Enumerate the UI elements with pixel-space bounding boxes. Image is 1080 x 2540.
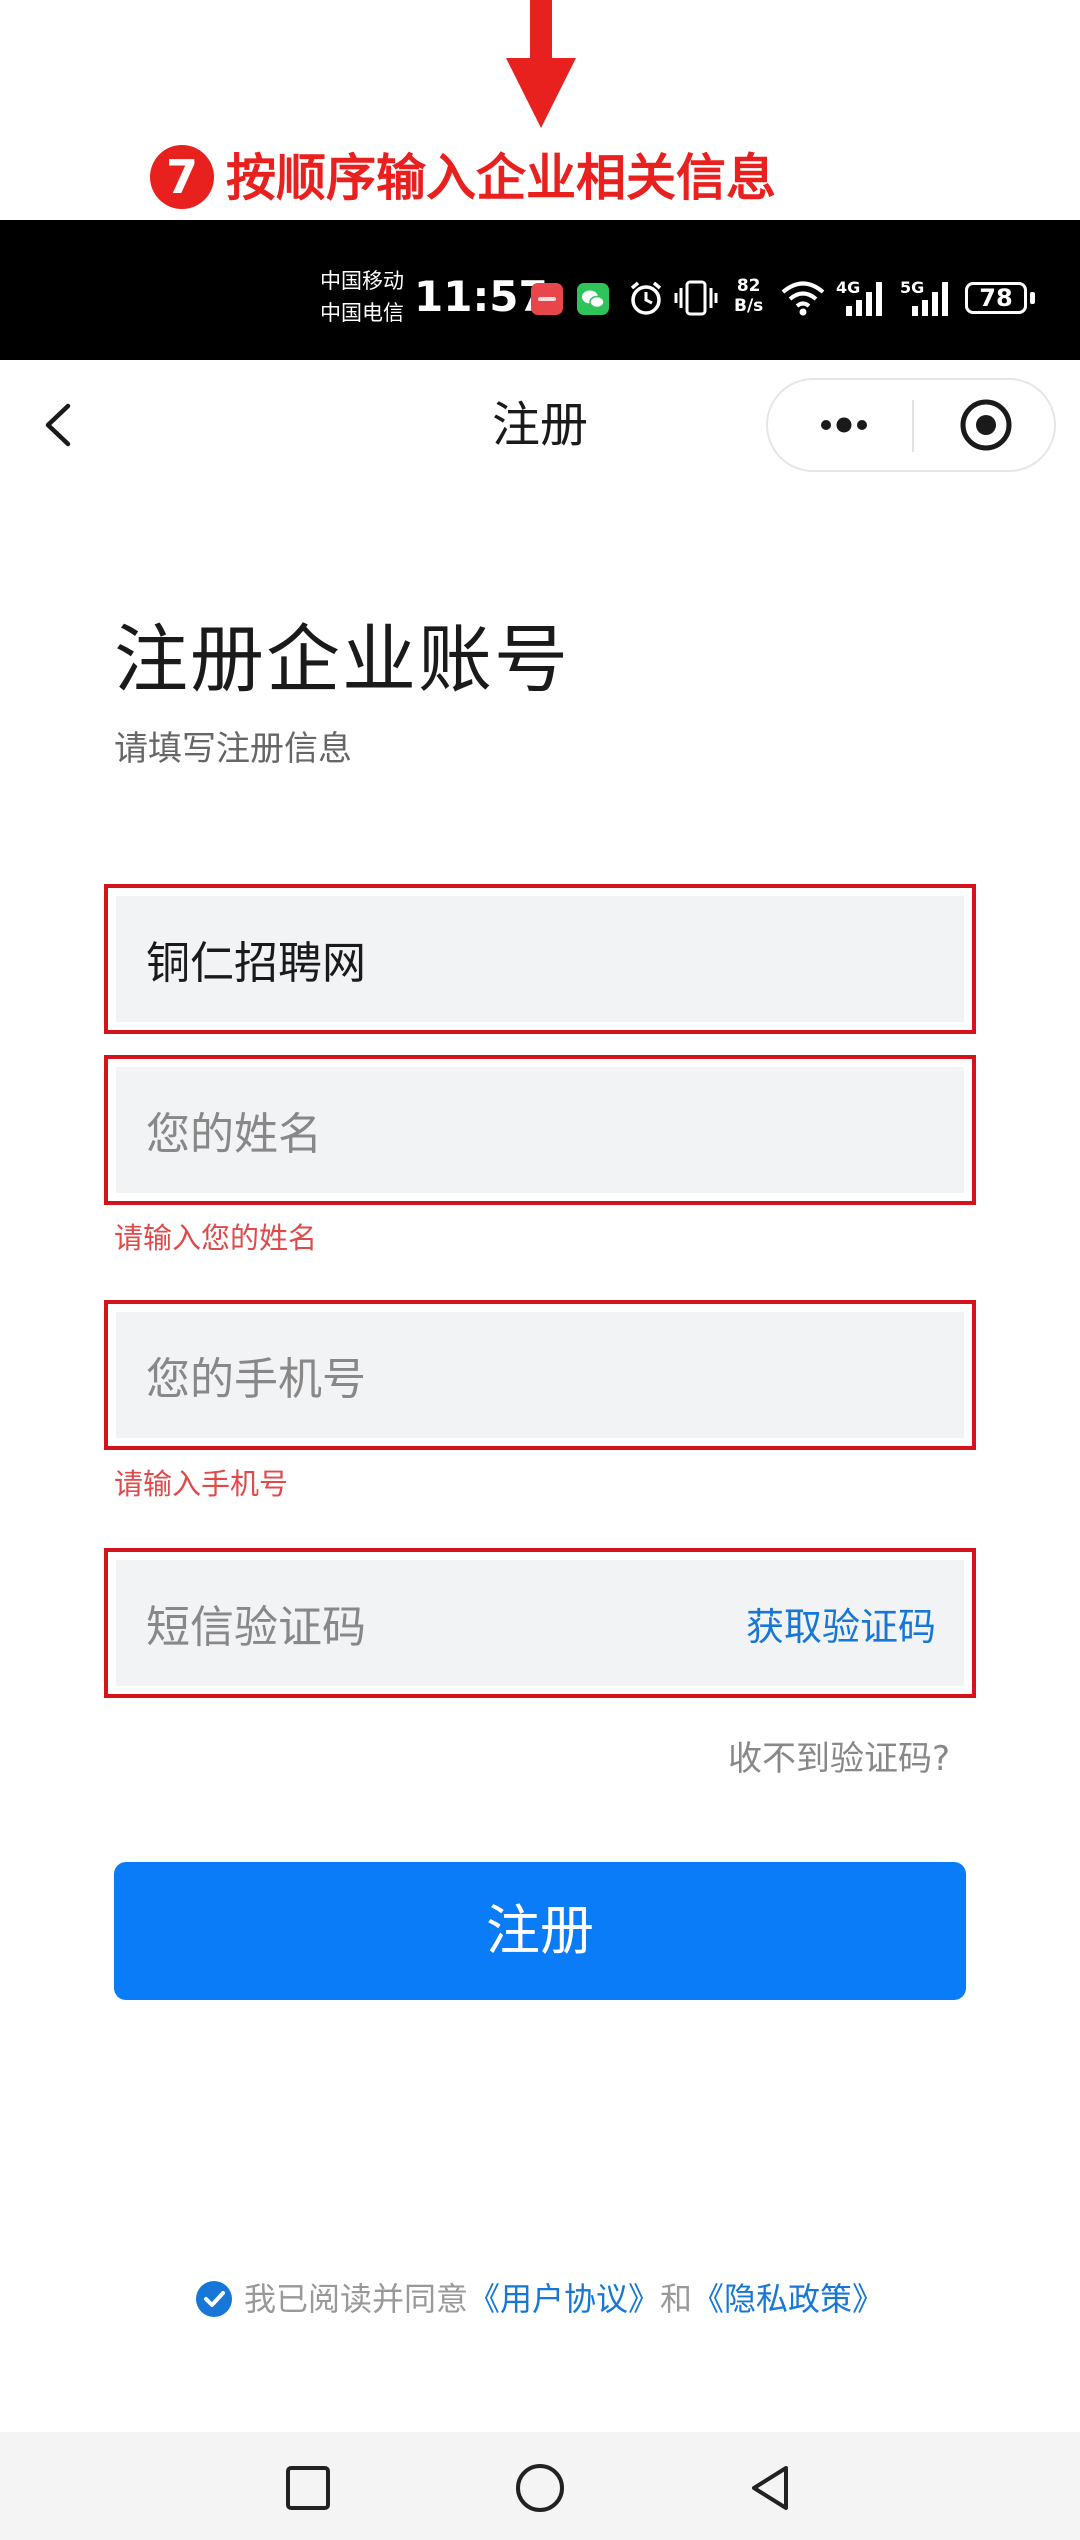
sms-code-field-highlight: 短信验证码 获取验证码: [104, 1548, 976, 1698]
user-agreement-link[interactable]: 《用户协议》: [468, 2280, 660, 2318]
recent-apps-icon: [286, 2466, 330, 2510]
name-input[interactable]: 您的姓名: [116, 1067, 964, 1193]
sms-code-input[interactable]: 短信验证码 获取验证码: [116, 1560, 964, 1686]
name-error-message: 请输入您的姓名: [114, 1221, 318, 1255]
system-back-button[interactable]: [742, 2460, 798, 2516]
carrier-name: 中国电信: [320, 301, 404, 325]
miniprogram-capsule: [766, 378, 1056, 472]
phone-field-highlight: 您的手机号: [104, 1300, 976, 1450]
name-field-highlight: 您的姓名: [104, 1055, 976, 1205]
page-title: 注册企业账号: [114, 617, 570, 703]
home-button[interactable]: [512, 2460, 568, 2516]
close-miniprogram-button[interactable]: [938, 392, 1034, 458]
sms-code-placeholder: 短信验证码: [146, 1602, 366, 1653]
capsule-divider: [912, 400, 914, 452]
more-dots-icon: [821, 417, 867, 433]
network-speed: 82 B/s: [734, 276, 764, 316]
status-bar: 中国移动 中国电信 11:57 82 B/s 4G 5G 78: [0, 220, 1080, 360]
wechat-icon: [577, 283, 609, 315]
annotation-arrow-icon: [506, 58, 576, 128]
home-icon: [516, 2464, 564, 2512]
alarm-icon: [630, 281, 662, 315]
company-name-input[interactable]: 铜仁招聘网: [116, 896, 964, 1022]
agreement-conjunction: 和: [660, 2280, 693, 2318]
annotation-arrow-shaft: [530, 0, 552, 60]
name-placeholder: 您的姓名: [146, 1109, 322, 1160]
company-name-field-highlight: 铜仁招聘网: [104, 884, 976, 1034]
agreement-checkbox[interactable]: [195, 2281, 232, 2317]
recent-apps-button[interactable]: [280, 2460, 336, 2516]
status-time: 11:57: [414, 272, 548, 321]
phone-placeholder: 您的手机号: [146, 1354, 366, 1405]
get-verification-code-button[interactable]: 获取验证码: [746, 1560, 936, 1686]
carrier-name: 中国移动: [320, 269, 404, 293]
signal-icon: [846, 282, 882, 316]
chevron-left-icon: [45, 403, 71, 447]
register-button[interactable]: 注册: [114, 1862, 966, 2000]
target-close-icon: [960, 399, 1012, 451]
agreement-row: 我已阅读并同意《用户协议》和《隐私政策》: [0, 2276, 1080, 2322]
agreement-prefix: 我已阅读并同意: [243, 2280, 468, 2318]
step-number-badge: 7: [150, 145, 214, 209]
huawei-app-icon: [531, 283, 563, 315]
company-name-value: 铜仁招聘网: [146, 938, 366, 989]
privacy-policy-link[interactable]: 《隐私政策》: [692, 2280, 884, 2318]
phone-input[interactable]: 您的手机号: [116, 1312, 964, 1438]
back-icon: [752, 2466, 788, 2510]
signal-icon: [912, 282, 948, 316]
page-subtitle: 请填写注册信息: [114, 729, 352, 769]
battery-icon: 78: [965, 282, 1027, 314]
annotation-instruction: 按顺序输入企业相关信息: [226, 149, 776, 207]
wifi-icon: [781, 281, 825, 316]
code-not-received-link[interactable]: 收不到验证码?: [700, 1735, 950, 1783]
vibrate-icon: [674, 280, 718, 316]
check-icon: [203, 2291, 225, 2307]
phone-error-message: 请输入手机号: [114, 1467, 289, 1501]
more-button[interactable]: [788, 392, 898, 458]
system-navigation-bar: [0, 2432, 1080, 2540]
back-button[interactable]: [30, 390, 90, 460]
battery-tip: [1030, 292, 1035, 304]
